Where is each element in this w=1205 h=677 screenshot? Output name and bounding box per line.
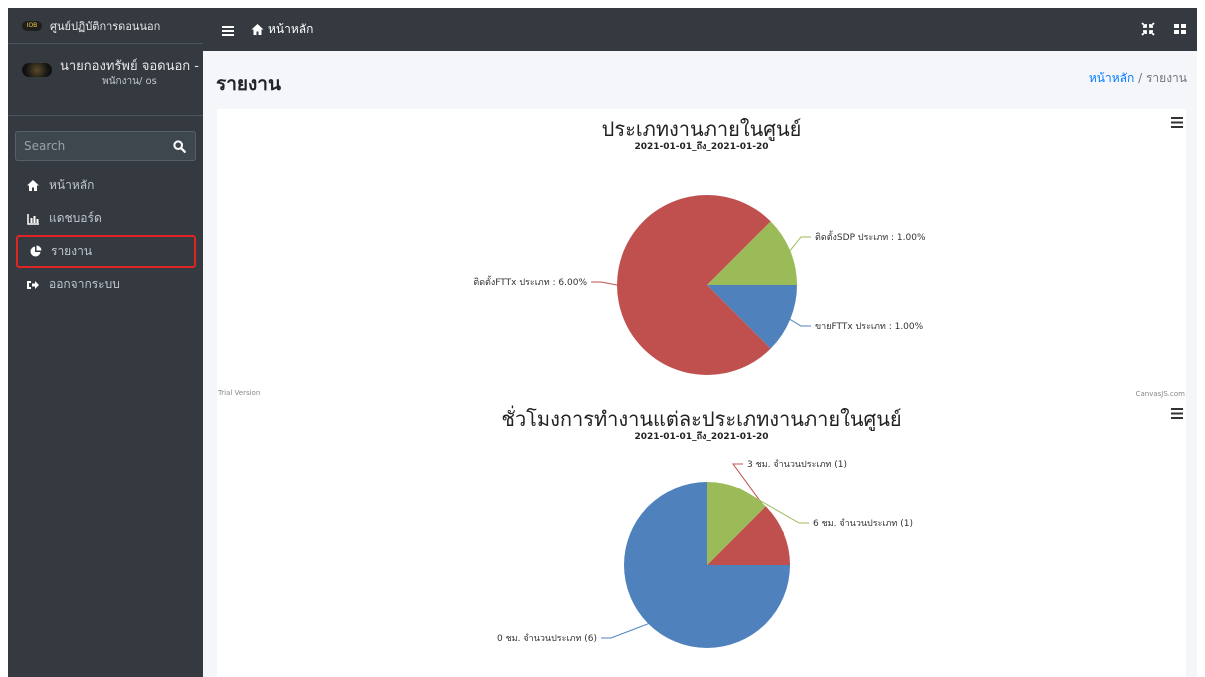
home-icon <box>26 179 40 193</box>
content-header: รายงาน หน้าหลัก / รายงาน <box>203 51 1197 109</box>
search-button[interactable] <box>164 131 196 161</box>
hamburger-icon <box>222 25 234 36</box>
sidebar-search <box>15 131 196 161</box>
pie-leader-line <box>789 236 811 251</box>
control-sidebar-button[interactable] <box>1173 21 1187 40</box>
breadcrumb-current: รายงาน <box>1145 71 1187 85</box>
brand-link[interactable]: IOB ศูนย์ปฏิบัติการดอนนอก <box>8 8 203 44</box>
trial-watermark: Trial Version <box>218 389 261 397</box>
sign-out-icon <box>26 278 40 292</box>
menu-toggle-button[interactable] <box>221 23 235 37</box>
topbar-right <box>1123 21 1187 40</box>
sidebar-item-label: ออกจากระบบ <box>49 277 120 291</box>
pie-slice-label: 3 ชม. จำนวนประเภท (1) <box>747 459 847 470</box>
pie-chart-work-hours: ชั่วโมงการทำงานแต่ละประเภทงานภายในศูนย์ … <box>217 399 1186 677</box>
search-input[interactable] <box>15 131 164 161</box>
home-icon <box>251 24 264 35</box>
avatar <box>22 63 52 77</box>
sidebar-item-dashboard[interactable]: แดชบอร์ด <box>16 202 196 235</box>
brand-name: ศูนย์ปฏิบัติการดอนนอก <box>50 19 161 33</box>
topbar-home-label: หน้าหลัก <box>268 22 314 36</box>
search-icon <box>173 139 186 153</box>
breadcrumb-separator: / <box>1138 71 1143 85</box>
breadcrumb-home-link[interactable]: หน้าหลัก <box>1089 71 1134 85</box>
pie-slice-label: 6 ชม. จำนวนประเภท (1) <box>813 518 913 529</box>
sidebar-item-label: แดชบอร์ด <box>49 211 102 225</box>
pie-slice-label: ติดตั้งSDP ประเภท : 1.00% <box>815 230 926 243</box>
user-name: นายกองทรัพย์ จอดนอก - <box>60 59 199 74</box>
canvasjs-watermark: CanvasJS.com <box>1135 390 1185 398</box>
breadcrumb: หน้าหลัก / รายงาน <box>1089 69 1187 88</box>
sidebar-item-label: รายงาน <box>51 244 93 258</box>
pie-leader-line <box>601 623 649 639</box>
sidebar-item-logout[interactable]: ออกจากระบบ <box>16 268 196 301</box>
top-navbar: หน้าหลัก <box>203 8 1197 51</box>
user-role: พนักงาน/ os <box>102 76 157 87</box>
chart-plot: 0 ชม. จำนวนประเภท (6) 3 ชม. จำนวนประเภท (… <box>497 459 913 648</box>
user-panel[interactable]: นายกองทรัพย์ จอดนอก - พนักงาน/ os <box>8 44 203 116</box>
topbar-home-link[interactable]: หน้าหลัก <box>250 20 313 39</box>
sidebar-item-report[interactable]: รายงาน <box>16 235 196 268</box>
grid-icon <box>1174 24 1186 34</box>
report-card: ประเภทงานภายในศูนย์ 2021-01-01_ถึง_2021-… <box>217 109 1186 677</box>
sidebar-item-home[interactable]: หน้าหลัก <box>16 169 196 202</box>
pie-leader-line <box>789 319 811 327</box>
pie-chart-icon <box>28 245 42 259</box>
fullscreen-icon <box>1141 22 1155 36</box>
sidebar: IOB ศูนย์ปฏิบัติการดอนนอก นายกองทรัพย์ จ… <box>8 8 203 677</box>
brand-logo: IOB <box>22 20 42 31</box>
app-frame: IOB ศูนย์ปฏิบัติการดอนนอก นายกองทรัพย์ จ… <box>8 8 1197 677</box>
sidebar-nav: หน้าหลัก แดชบอร์ด รายงาน ออกจากระบบ <box>16 169 196 301</box>
pie-leader-line <box>591 281 618 286</box>
sidebar-item-label: หน้าหลัก <box>49 178 95 192</box>
pie-slice-label: 0 ชม. จำนวนประเภท (6) <box>497 633 597 644</box>
chart-plot: ติดตั้งSDP ประเภท : 1.00% ขายFTTx ประเภท … <box>473 195 926 375</box>
fullscreen-button[interactable] <box>1141 21 1155 40</box>
pie-slice-label: ติดตั้งFTTx ประเภท : 6.00% <box>473 275 587 288</box>
bar-chart-icon <box>26 212 40 226</box>
pie-chart-job-types: ประเภทงานภายในศูนย์ 2021-01-01_ถึง_2021-… <box>217 109 1186 399</box>
pie-slice-label: ขายFTTx ประเภท : 1.00% <box>815 322 924 332</box>
page-title: รายงาน <box>216 73 281 95</box>
